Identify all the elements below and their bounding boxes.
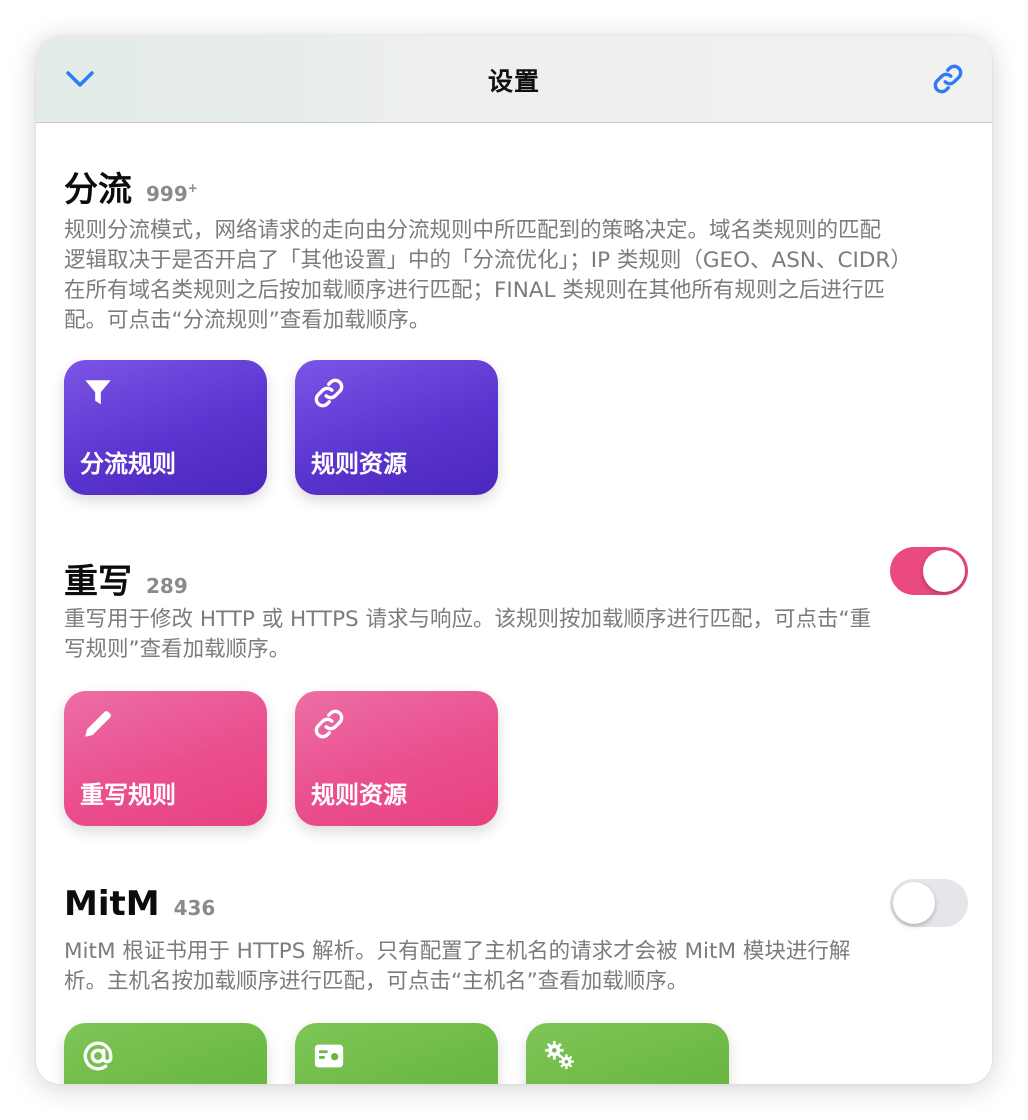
rewrite-rules-card[interactable]: 重写规则	[64, 691, 267, 826]
at-sign-icon	[83, 1041, 113, 1071]
section-title: 分流	[64, 170, 132, 210]
description-line: 配。可点击“分流规则”查看加载顺序。	[64, 308, 431, 333]
rule-count: 999+	[146, 181, 198, 206]
certificate-card-icon	[314, 1044, 344, 1068]
link-button[interactable]	[926, 57, 970, 101]
navigation-bar: 设置	[36, 36, 992, 123]
link-icon	[933, 64, 963, 94]
certificate-card[interactable]	[295, 1023, 498, 1084]
mitm-toggle[interactable]	[890, 879, 968, 927]
link-icon	[314, 378, 344, 408]
card-label: 规则资源	[311, 781, 407, 809]
rule-resources-card[interactable]: 规则资源	[295, 360, 498, 495]
card-label: 分流规则	[80, 450, 176, 478]
description-line: 重写用于修改 HTTP 或 HTTPS 请求与响应。该规则按加载顺序进行匹配，可…	[64, 607, 872, 632]
description-line: 逻辑取决于是否开启了「其他设置」中的「分流优化」；IP 类规则（GEO、ASN、…	[64, 248, 912, 273]
toggle-knob	[893, 882, 935, 924]
filter-icon	[85, 380, 111, 405]
rule-count: 436	[173, 896, 216, 920]
mitm-settings-card[interactable]	[526, 1023, 729, 1084]
toggle-knob	[923, 550, 965, 592]
rule-count: 289	[146, 574, 188, 598]
pencil-icon	[85, 711, 111, 737]
section-title: MitM	[64, 884, 160, 924]
section-header: MitM 436	[64, 884, 215, 924]
settings-sheet: 设置 分流 999+ 规则分流模式，网络请求的走向由分流规则中所匹配到的策略决定…	[36, 36, 992, 1084]
description-line: 写规则”查看加载顺序。	[64, 637, 291, 662]
rule-resources-card[interactable]: 规则资源	[295, 691, 498, 826]
gears-icon	[545, 1041, 574, 1070]
card-label: 重写规则	[80, 781, 176, 809]
count-value: 999	[146, 182, 188, 206]
section-description: 重写用于修改 HTTP 或 HTTPS 请求与响应。该规则按加载顺序进行匹配，可…	[64, 605, 964, 665]
section-header: 分流 999+	[64, 162, 198, 211]
link-icon	[314, 709, 344, 739]
description-line: 规则分流模式，网络请求的走向由分流规则中所匹配到的策略决定。域名类规则的匹配	[64, 218, 882, 243]
section-description: 规则分流模式，网络请求的走向由分流规则中所匹配到的策略决定。域名类规则的匹配 逻…	[64, 216, 964, 336]
page-title: 设置	[487, 67, 540, 96]
hostname-card[interactable]	[64, 1023, 267, 1084]
rewrite-toggle[interactable]	[890, 547, 968, 595]
section-header: 重写 289	[64, 554, 188, 603]
section-title: 重写	[64, 562, 132, 602]
count-suffix: +	[187, 181, 198, 195]
routing-rules-card[interactable]: 分流规则	[64, 360, 267, 495]
description-line: 在所有域名类规则之后按加载顺序进行匹配；FINAL 类规则在其他所有规则之后进行…	[64, 278, 885, 303]
card-label: 规则资源	[311, 450, 407, 478]
description-line: MitM 根证书用于 HTTPS 解析。只有配置了主机名的请求才会被 MitM …	[64, 939, 851, 964]
section-description: MitM 根证书用于 HTTPS 解析。只有配置了主机名的请求才会被 MitM …	[64, 937, 964, 997]
description-line: 析。主机名按加载顺序进行匹配，可点击“主机名”查看加载顺序。	[64, 969, 689, 994]
